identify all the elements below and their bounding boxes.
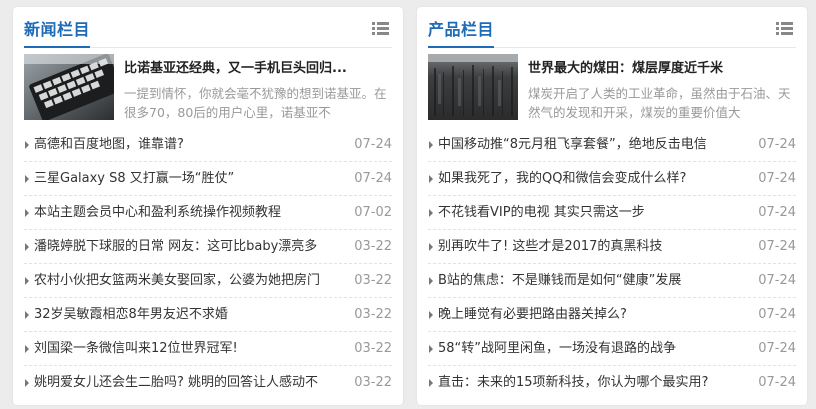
arrow-right-icon xyxy=(429,209,433,217)
product-panel: 产品栏目 世界最大的煤田：煤层厚度近千米 煤炭开启了人类的工业革命，虽然由于石油… xyxy=(417,7,807,405)
item-date: 07-24 xyxy=(758,239,796,254)
list-item[interactable]: 中国移动推“8元月租飞享套餐”，绝地反击电信 07-24 xyxy=(428,128,796,162)
item-title[interactable]: 农村小伙把女篮两米美女娶回家，公婆为她把房门 xyxy=(34,272,342,290)
arrow-right-icon xyxy=(25,311,29,319)
arrow-right-icon xyxy=(429,277,433,285)
news-list: 高德和百度地图，谁靠谱? 07-24 三星Galaxy S8 又打赢一场“胜仗” 0… xyxy=(24,128,392,400)
list-item[interactable]: 别再吹牛了! 这些才是2017的真黑科技 07-24 xyxy=(428,230,796,264)
item-date: 03-22 xyxy=(354,375,392,390)
title-underline xyxy=(428,46,494,48)
list-icon[interactable] xyxy=(372,22,389,35)
list-item[interactable]: 如果我死了，我的QQ和微信会变成什么样? 07-24 xyxy=(428,162,796,196)
list-item[interactable]: 潘晓婷脱下球服的日常 网友：这可比baby漂亮多 03-22 xyxy=(24,230,392,264)
item-title[interactable]: 潘晓婷脱下球服的日常 网友：这可比baby漂亮多 xyxy=(34,238,342,256)
list-item[interactable]: 农村小伙把女篮两米美女娶回家，公婆为她把房门 03-22 xyxy=(24,264,392,298)
item-date: 07-24 xyxy=(758,137,796,152)
news-panel: 新闻栏目 比诺基亚还经典，又一手机巨头回归... 一提到情怀，你就会毫不犹豫的想… xyxy=(13,7,403,405)
arrow-right-icon xyxy=(25,379,29,387)
item-title[interactable]: 晚上睡觉有必要把路由器关掉么? xyxy=(438,306,746,324)
arrow-right-icon xyxy=(25,243,29,251)
item-title[interactable]: 58“转”战阿里闲鱼，一场没有退路的战争 xyxy=(438,340,746,358)
list-item[interactable]: 58“转”战阿里闲鱼，一场没有退路的战争 07-24 xyxy=(428,332,796,366)
list-item[interactable]: 刘国梁一条微信叫来12位世界冠军! 03-22 xyxy=(24,332,392,366)
item-date: 07-24 xyxy=(758,375,796,390)
item-title[interactable]: 别再吹牛了! 这些才是2017的真黑科技 xyxy=(438,238,746,256)
item-title[interactable]: 本站主题会员中心和盈利系统操作视频教程 xyxy=(34,204,342,222)
item-date: 07-02 xyxy=(354,205,392,220)
item-title[interactable]: 32岁吴敏霞相恋8年男友迟不求婚 xyxy=(34,306,342,324)
featured-description: 煤炭开启了人类的工业革命，虽然由于石油、天然气的发现和开采，煤炭的重要价值大 xyxy=(528,86,791,120)
arrow-right-icon xyxy=(429,141,433,149)
item-title[interactable]: 中国移动推“8元月租飞享套餐”，绝地反击电信 xyxy=(438,136,746,154)
arrow-right-icon xyxy=(429,345,433,353)
title-underline xyxy=(24,46,90,48)
list-item[interactable]: 直击：未来的15项新科技，你认为哪个最实用? 07-24 xyxy=(428,366,796,400)
list-item[interactable]: 不花钱看VIP的电视 其实只需这一步 07-24 xyxy=(428,196,796,230)
item-title[interactable]: 姚明爱女儿还会生二胎吗? 姚明的回答让人感动不 xyxy=(34,374,342,392)
item-date: 03-22 xyxy=(354,239,392,254)
panel-header: 产品栏目 xyxy=(428,7,796,48)
list-item[interactable]: 高德和百度地图，谁靠谱? 07-24 xyxy=(24,128,392,162)
item-date: 03-22 xyxy=(354,341,392,356)
panel-title[interactable]: 新闻栏目 xyxy=(24,19,90,41)
featured-title[interactable]: 比诺基亚还经典，又一手机巨头回归... xyxy=(124,60,392,78)
list-icon[interactable] xyxy=(776,22,793,35)
list-item[interactable]: 姚明爱女儿还会生二胎吗? 姚明的回答让人感动不 03-22 xyxy=(24,366,392,400)
item-date: 07-24 xyxy=(758,273,796,288)
item-date: 07-24 xyxy=(758,171,796,186)
arrow-right-icon xyxy=(429,311,433,319)
arrow-right-icon xyxy=(25,141,29,149)
arrow-right-icon xyxy=(429,379,433,387)
featured-article[interactable]: 世界最大的煤田：煤层厚度近千米 煤炭开启了人类的工业革命，虽然由于石油、天然气的… xyxy=(428,54,796,120)
arrow-right-icon xyxy=(25,209,29,217)
featured-thumbnail[interactable] xyxy=(428,54,518,120)
list-item[interactable]: 晚上睡觉有必要把路由器关掉么? 07-24 xyxy=(428,298,796,332)
featured-title[interactable]: 世界最大的煤田：煤层厚度近千米 xyxy=(528,60,796,78)
item-title[interactable]: 三星Galaxy S8 又打赢一场“胜仗” xyxy=(34,170,342,188)
item-date: 07-24 xyxy=(354,171,392,186)
featured-thumbnail[interactable] xyxy=(24,54,114,120)
arrow-right-icon xyxy=(25,277,29,285)
item-title[interactable]: 刘国梁一条微信叫来12位世界冠军! xyxy=(34,340,342,358)
product-list: 中国移动推“8元月租飞享套餐”，绝地反击电信 07-24 如果我死了，我的QQ和微… xyxy=(428,128,796,400)
item-title[interactable]: 直击：未来的15项新科技，你认为哪个最实用? xyxy=(438,374,746,392)
arrow-right-icon xyxy=(429,175,433,183)
featured-article[interactable]: 比诺基亚还经典，又一手机巨头回归... 一提到情怀，你就会毫不犹豫的想到诺基亚。… xyxy=(24,54,392,120)
item-title[interactable]: 不花钱看VIP的电视 其实只需这一步 xyxy=(438,204,746,222)
item-date: 03-22 xyxy=(354,307,392,322)
panel-header: 新闻栏目 xyxy=(24,7,392,48)
item-date: 07-24 xyxy=(758,341,796,356)
list-item[interactable]: B站的焦虑：不是赚钱而是如何“健康”发展 07-24 xyxy=(428,264,796,298)
list-item[interactable]: 本站主题会员中心和盈利系统操作视频教程 07-02 xyxy=(24,196,392,230)
list-item[interactable]: 三星Galaxy S8 又打赢一场“胜仗” 07-24 xyxy=(24,162,392,196)
panel-title[interactable]: 产品栏目 xyxy=(428,19,494,41)
arrow-right-icon xyxy=(429,243,433,251)
item-title[interactable]: 高德和百度地图，谁靠谱? xyxy=(34,136,342,154)
item-date: 07-24 xyxy=(354,137,392,152)
list-item[interactable]: 32岁吴敏霞相恋8年男友迟不求婚 03-22 xyxy=(24,298,392,332)
arrow-right-icon xyxy=(25,175,29,183)
item-title[interactable]: 如果我死了，我的QQ和微信会变成什么样? xyxy=(438,170,746,188)
item-date: 07-24 xyxy=(758,205,796,220)
item-date: 07-24 xyxy=(758,307,796,322)
featured-description: 一提到情怀，你就会毫不犹豫的想到诺基亚。在很多70，80后的用户心里，诺基亚不 xyxy=(124,86,387,120)
item-title[interactable]: B站的焦虑：不是赚钱而是如何“健康”发展 xyxy=(438,272,746,290)
item-date: 03-22 xyxy=(354,273,392,288)
page: 新闻栏目 比诺基亚还经典，又一手机巨头回归... 一提到情怀，你就会毫不犹豫的想… xyxy=(0,0,816,409)
arrow-right-icon xyxy=(25,345,29,353)
